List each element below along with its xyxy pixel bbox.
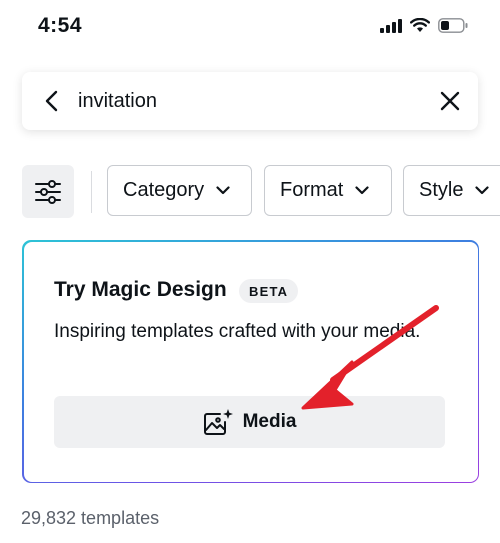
format-filter-chip[interactable]: Format xyxy=(264,165,392,216)
back-button[interactable] xyxy=(26,72,76,130)
clear-search-button[interactable] xyxy=(422,72,478,130)
format-chip-label: Format xyxy=(280,179,344,201)
chevron-down-icon xyxy=(355,186,369,195)
wifi-icon xyxy=(410,18,430,32)
beta-badge: BETA xyxy=(239,279,299,303)
chevron-down-icon xyxy=(216,186,230,195)
category-chip-label: Category xyxy=(123,179,205,201)
chevron-down-icon xyxy=(475,186,490,195)
style-filter-chip[interactable]: Style xyxy=(403,165,500,216)
clear-x-icon xyxy=(440,91,460,111)
search-bar: invitation xyxy=(22,72,478,130)
status-icons xyxy=(380,18,468,33)
signal-icon xyxy=(380,18,402,33)
image-sparkle-icon xyxy=(203,409,233,435)
media-button-label: Media xyxy=(242,411,297,432)
magic-design-title: Try Magic Design xyxy=(54,278,227,301)
category-filter-chip[interactable]: Category xyxy=(107,165,252,216)
filter-button[interactable] xyxy=(22,165,74,218)
template-count: 29,832 templates xyxy=(21,508,160,528)
search-input[interactable]: invitation xyxy=(76,90,422,113)
back-arrow-icon xyxy=(45,90,58,112)
magic-design-description: Inspiring templates crafted with your me… xyxy=(54,321,421,342)
battery-icon xyxy=(438,18,468,33)
filter-divider xyxy=(91,171,92,213)
style-chip-label: Style xyxy=(419,179,464,201)
status-time: 4:54 xyxy=(38,14,83,37)
sliders-icon xyxy=(35,179,61,204)
media-button[interactable]: Media xyxy=(54,396,445,448)
